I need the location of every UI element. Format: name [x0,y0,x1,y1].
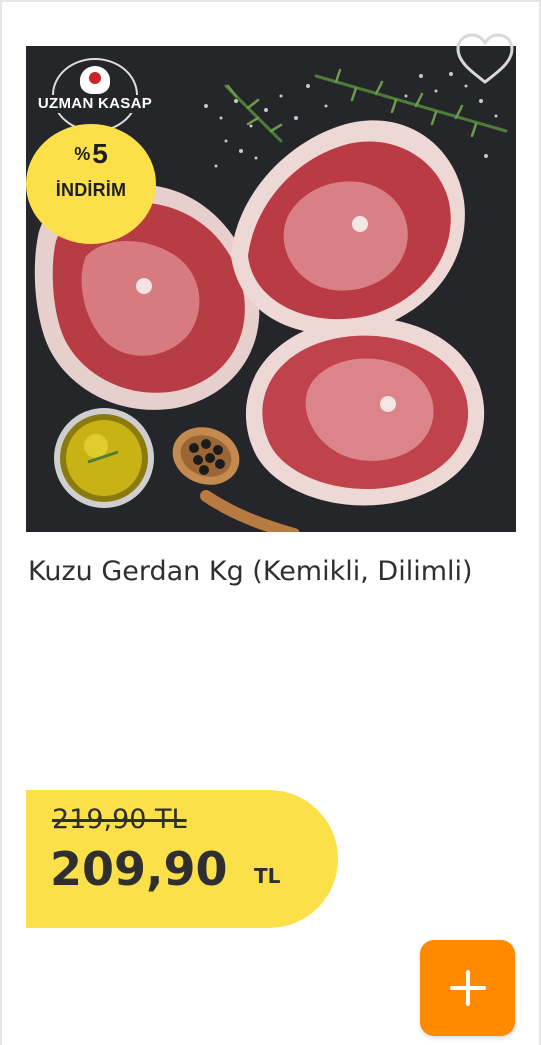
product-name[interactable]: Kuzu Gerdan Kg (Kemikli, Dilimli) [28,552,498,592]
discount-percent: %5 [26,138,156,170]
heart-outline-icon [456,33,514,84]
favorite-button[interactable] [454,32,516,88]
price-currency: TL [254,864,281,888]
discount-value: 5 [92,138,108,169]
price-box: 219,90 TL 209,90 TL [26,790,338,928]
brand-logo: UZMAN KASAP [30,58,160,132]
product-card[interactable]: UZMAN KASAP %5 İNDİRİM Kuzu Gerdan Kg (K… [0,0,541,1045]
old-price: 219,90 TL [52,804,187,835]
discount-label: İNDİRİM [55,180,127,200]
discount-badge: %5 İNDİRİM [26,124,156,244]
butcher-mascot-icon [80,66,110,94]
add-to-cart-button[interactable] [420,940,515,1036]
new-price: 209,90 [50,842,228,896]
percent-symbol: % [74,144,91,164]
brand-name: UZMAN KASAP [30,95,160,113]
